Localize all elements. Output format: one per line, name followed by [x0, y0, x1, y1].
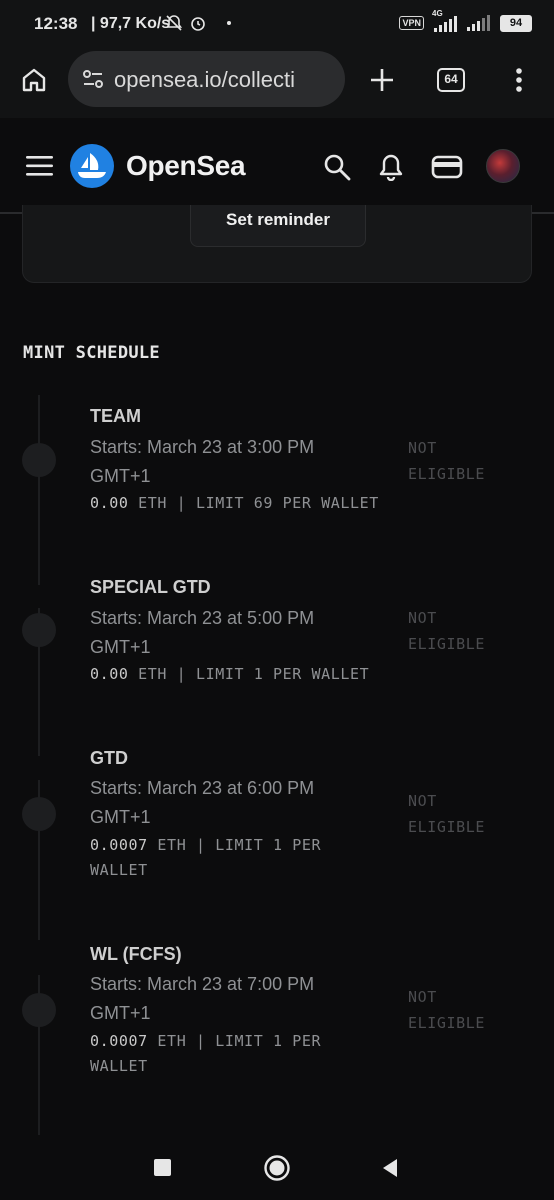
profile-avatar[interactable]: [486, 149, 520, 183]
alarm-icon: [191, 17, 205, 31]
address-bar[interactable]: opensea.io/collecti: [68, 51, 345, 107]
timeline-dot: [22, 993, 56, 1027]
signal-icon: [467, 15, 490, 31]
set-reminder-button[interactable]: Set reminder: [190, 205, 366, 247]
timeline-line: [38, 395, 40, 585]
browser-toolbar: opensea.io/collecti 64: [0, 48, 554, 118]
timeline-dot: [22, 797, 56, 831]
signal-4g-icon: 4G: [432, 9, 457, 32]
home-icon[interactable]: [20, 66, 48, 94]
reminder-card: Set reminder: [22, 205, 532, 283]
mint-schedule-title: MINT SCHEDULE: [23, 343, 160, 363]
site-header: OpenSea: [0, 118, 554, 214]
system-nav-bar: [0, 1138, 554, 1200]
hamburger-menu-icon[interactable]: [26, 155, 53, 177]
tab-switcher-button[interactable]: 64: [437, 68, 465, 92]
eligibility-status: NOT ELIGIBLE: [408, 792, 486, 836]
vpn-badge: VPN: [399, 16, 424, 30]
status-bar: 12:38 | 97,7 Ko/s VPN 4G 94: [0, 0, 554, 48]
phase-price: 0.00 ETH | LIMIT 69 PER WALLET: [90, 494, 379, 512]
brand-name[interactable]: OpenSea: [126, 150, 246, 182]
site-settings-icon[interactable]: [82, 69, 104, 89]
back-button-icon[interactable]: [381, 1158, 399, 1178]
eligibility-status: NOT ELIGIBLE: [408, 439, 486, 483]
network-speed: | 97,7 Ko/s: [91, 15, 171, 32]
battery-icon: 94: [500, 14, 532, 32]
notification-bell-icon[interactable]: [378, 153, 404, 181]
eligibility-status: NOT ELIGIBLE: [408, 609, 486, 653]
search-icon[interactable]: [323, 153, 351, 181]
wallet-icon[interactable]: [431, 154, 463, 180]
recents-button[interactable]: [154, 1159, 171, 1176]
phase-price: 0.0007 ETH | LIMIT 1 PER WALLET: [90, 836, 322, 879]
dot-icon: [227, 21, 231, 25]
phase-start-time: Starts: March 23 at 5:00 PM GMT+1: [90, 608, 315, 657]
phase-start-time: Starts: March 23 at 7:00 PM GMT+1: [90, 974, 315, 1023]
opensea-logo-icon[interactable]: [70, 144, 114, 188]
phase-name: TEAM: [90, 406, 141, 426]
home-button-icon[interactable]: [263, 1154, 291, 1182]
phase-start-time: Starts: March 23 at 3:00 PM GMT+1: [90, 437, 315, 486]
url-text: opensea.io/collecti: [114, 67, 296, 92]
phase-price: 0.0007 ETH | LIMIT 1 PER WALLET: [90, 1032, 322, 1075]
eligibility-status: NOT ELIGIBLE: [408, 988, 486, 1032]
phase-name: SPECIAL GTD: [90, 577, 211, 597]
phase-price: 0.00 ETH | LIMIT 1 PER WALLET: [90, 665, 370, 683]
phase-name: WL (FCFS): [90, 944, 182, 964]
more-options-icon[interactable]: [514, 67, 524, 93]
bell-off-icon: [165, 15, 183, 31]
phase-name: GTD: [90, 748, 128, 768]
phase-start-time: Starts: March 23 at 6:00 PM GMT+1: [90, 778, 315, 827]
timeline-dot: [22, 443, 56, 477]
new-tab-icon[interactable]: [369, 67, 395, 93]
timeline-dot: [22, 613, 56, 647]
status-time: 12:38: [34, 14, 78, 33]
